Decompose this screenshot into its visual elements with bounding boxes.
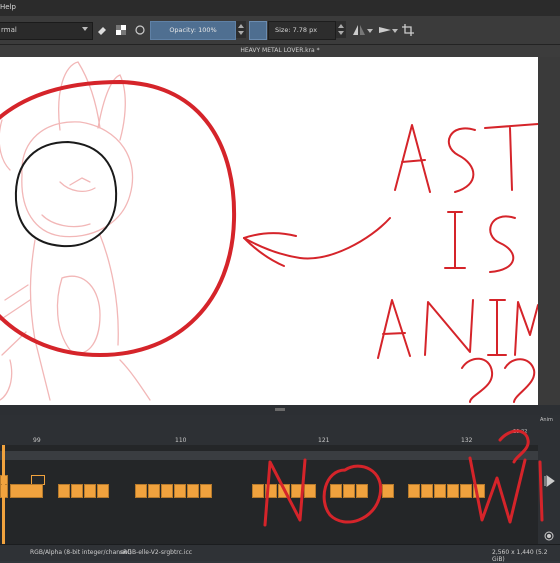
animation-timeline[interactable]: 99 110 121 132 20 22 [0, 415, 538, 560]
keyframe[interactable] [447, 484, 459, 498]
menu-bar: Help [0, 0, 560, 16]
brush-toolbar: rmal Opacity: 100% Size: 7.78 px [0, 16, 560, 45]
blend-mode-select[interactable]: rmal [0, 22, 93, 40]
timeline-layer-row[interactable] [0, 451, 538, 460]
timeline-ruler[interactable]: 99 110 121 132 20 22 [0, 415, 538, 445]
status-bar: RGB/Alpha (8-bit integer/channel) sRGB-e… [0, 544, 560, 563]
color-profile-label[interactable]: sRGB-elle-V2-srgbtrc.icc [120, 549, 192, 556]
keyframe[interactable] [97, 484, 109, 498]
zoom-readout: 20 22 [513, 429, 528, 435]
keyframe[interactable] [421, 484, 433, 498]
frame-number: 110 [175, 437, 187, 444]
keyframe[interactable] [408, 484, 420, 498]
canvas-artwork [0, 61, 538, 403]
red-arrow [243, 217, 391, 267]
drawing-canvas[interactable] [0, 57, 538, 405]
eraser-icon[interactable] [96, 24, 108, 36]
preserve-alpha-icon[interactable] [115, 24, 127, 36]
keyframe[interactable] [200, 484, 212, 498]
opacity-label: Opacity: 100% [169, 26, 217, 34]
image-size-label: 2,560 x 1,440 (5.2 GiB) [492, 549, 548, 563]
mirror-vertical-icon[interactable] [378, 24, 392, 36]
mirror-horizontal-icon[interactable] [352, 24, 366, 36]
playhead[interactable] [2, 445, 5, 550]
keyframe[interactable] [278, 484, 290, 498]
keyframe[interactable] [58, 484, 70, 498]
keyframe[interactable] [84, 484, 96, 498]
keyframe[interactable] [460, 484, 472, 498]
size-spinner[interactable] [336, 21, 346, 38]
brush-size-label: Size: 7.78 px [275, 26, 318, 34]
splitter-grip-icon[interactable] [275, 408, 285, 411]
pink-sketch [0, 61, 151, 401]
keyframe[interactable] [473, 484, 485, 498]
keyframe-row-2[interactable] [0, 484, 538, 502]
opacity-spinner[interactable] [236, 21, 246, 38]
keyframe[interactable] [343, 484, 355, 498]
panel-splitter[interactable] [0, 405, 560, 415]
document-title: HEAVY METAL LOVER.kra * [240, 47, 320, 54]
chevron-down-icon[interactable] [367, 24, 373, 36]
wrap-around-icon[interactable] [134, 24, 146, 36]
flow-control[interactable] [249, 21, 267, 40]
onion-skin-icon[interactable] [543, 530, 555, 542]
document-tab[interactable]: HEAVY METAL LOVER.kra * [0, 45, 560, 57]
keyframe[interactable] [174, 484, 186, 498]
color-mode-label[interactable]: RGB/Alpha (8-bit integer/channel) [30, 549, 132, 556]
blend-mode-value: rmal [1, 26, 17, 34]
frame-number: 99 [33, 437, 41, 444]
keyframe[interactable] [148, 484, 160, 498]
brush-size-slider[interactable]: Size: 7.78 px [268, 21, 336, 40]
black-circle [14, 140, 118, 248]
keyframe[interactable] [265, 484, 277, 498]
keyframe[interactable] [161, 484, 173, 498]
keyframe[interactable] [382, 484, 394, 498]
keyframe[interactable] [291, 484, 303, 498]
animation-panel-title: Anim [540, 417, 553, 423]
keyframe[interactable] [434, 484, 446, 498]
chevron-down-icon [82, 27, 88, 31]
opacity-slider[interactable]: Opacity: 100% [150, 21, 236, 40]
keyframe[interactable] [10, 484, 43, 498]
chevron-down-icon[interactable] [392, 24, 398, 36]
right-dock-panel [538, 57, 560, 405]
frame-number: 132 [461, 437, 473, 444]
keyframe[interactable] [71, 484, 83, 498]
handwritten-text [377, 123, 538, 403]
keyframe[interactable] [252, 484, 264, 498]
keyframe[interactable] [304, 484, 316, 498]
keyframe[interactable] [187, 484, 199, 498]
keyframe[interactable] [330, 484, 342, 498]
menu-help[interactable]: Help [0, 3, 16, 11]
frame-number: 121 [318, 437, 330, 444]
crop-icon[interactable] [402, 24, 414, 36]
keyframe[interactable] [135, 484, 147, 498]
animation-panel: Anim [538, 415, 560, 560]
play-icon[interactable] [543, 475, 555, 487]
keyframe[interactable] [356, 484, 368, 498]
